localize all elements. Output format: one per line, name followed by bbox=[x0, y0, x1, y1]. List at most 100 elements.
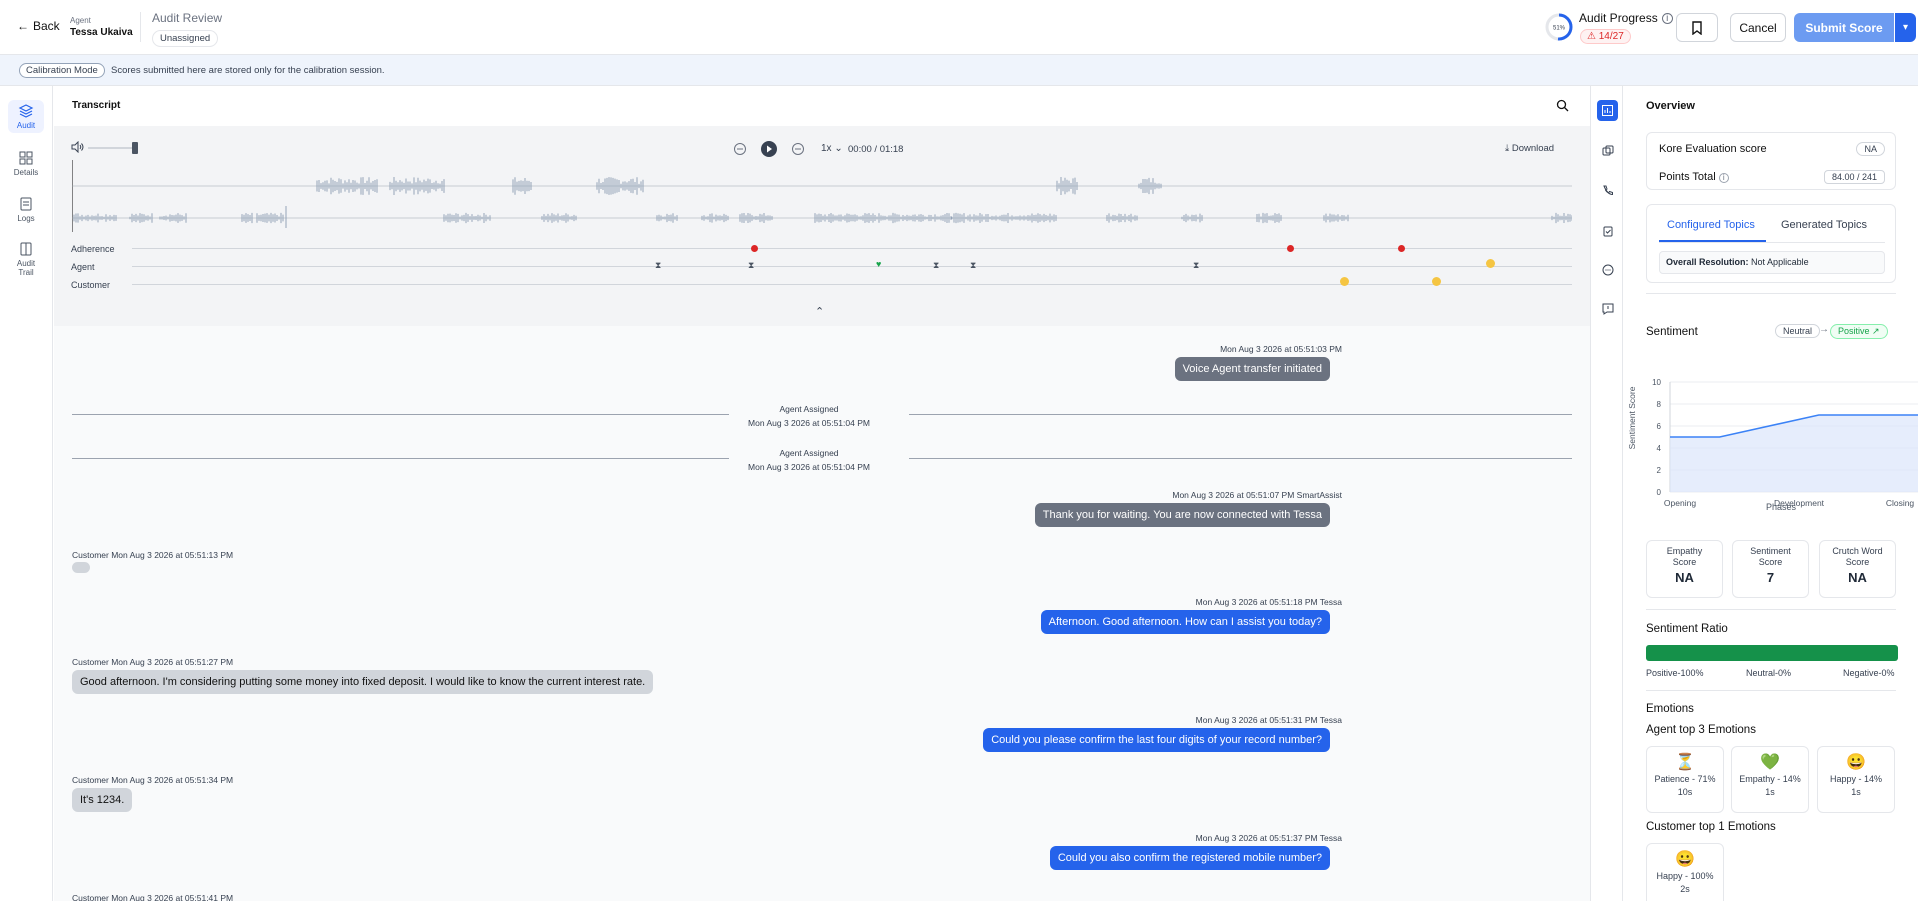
green-heart-icon[interactable]: ♥ bbox=[876, 259, 881, 269]
message-meta: Customer Mon Aug 3 2026 at 05:51:34 PM bbox=[72, 775, 234, 785]
track-line-adherence bbox=[132, 248, 1572, 249]
search-icon[interactable] bbox=[1556, 99, 1569, 112]
resolution-row: Overall Resolution: Not Applicable bbox=[1659, 251, 1885, 274]
divider bbox=[72, 414, 729, 415]
smile-icon[interactable] bbox=[1432, 277, 1441, 286]
rewind-icon[interactable] bbox=[733, 142, 747, 156]
nav-details[interactable]: Details bbox=[8, 150, 44, 177]
submit-options-button[interactable]: ▾ bbox=[1895, 13, 1916, 42]
calibration-banner: Calibration Mode Scores submitted here a… bbox=[0, 55, 1918, 86]
agent-name: Tessa Ukaiva bbox=[70, 27, 133, 38]
divider bbox=[140, 12, 141, 42]
hourglass-icon[interactable]: ⧗ bbox=[655, 260, 661, 271]
book-icon bbox=[20, 242, 32, 256]
agent-message: Could you also confirm the registered mo… bbox=[1049, 846, 1330, 870]
speed-select[interactable]: 1x ⌄ bbox=[821, 143, 843, 154]
hourglass-icon[interactable]: ⧗ bbox=[933, 260, 939, 271]
hourglass-icon[interactable]: ⧗ bbox=[970, 260, 976, 271]
bookmark-button[interactable] bbox=[1676, 13, 1718, 42]
copy-icon[interactable] bbox=[1597, 140, 1618, 161]
transcript-chat: Mon Aug 3 2026 at 05:51:03 PM Voice Agen… bbox=[54, 326, 1590, 901]
fast-forward-icon[interactable] bbox=[791, 142, 805, 156]
crutch-word-score-value: NA bbox=[1848, 570, 1867, 585]
customer-emotions-title: Customer top 1 Emotions bbox=[1646, 821, 1776, 833]
adherence-marker[interactable] bbox=[1398, 245, 1405, 252]
volume-icon[interactable] bbox=[71, 141, 84, 153]
tab-generated-topics[interactable]: Generated Topics bbox=[1781, 219, 1867, 231]
section-divider bbox=[1646, 609, 1896, 610]
tab-configured-topics[interactable]: Configured Topics bbox=[1667, 219, 1755, 231]
divider bbox=[909, 458, 1572, 459]
overview-chart-icon[interactable] bbox=[1597, 100, 1618, 121]
section-divider bbox=[1646, 690, 1896, 691]
collapse-chevron-icon[interactable]: ⌃ bbox=[815, 305, 824, 318]
sentiment-area bbox=[1670, 415, 1918, 492]
sentiment-score-card: Sentiment Score 7 bbox=[1732, 540, 1809, 598]
adherence-marker[interactable] bbox=[751, 245, 758, 252]
nav-logs[interactable]: Logs bbox=[8, 196, 44, 223]
info-icon[interactable]: i bbox=[1718, 172, 1729, 183]
arrow-left-icon: ← bbox=[17, 19, 29, 33]
volume-handle[interactable] bbox=[132, 142, 138, 154]
customer-message: It's 1234. bbox=[72, 788, 133, 812]
download-icon: ⤓ bbox=[1505, 143, 1510, 154]
clipboard-check-icon[interactable] bbox=[1597, 220, 1618, 241]
agent-message: Afternoon. Good afternoon. How can I ass… bbox=[1040, 610, 1330, 634]
message-meta: Mon Aug 3 2026 at 05:51:31 PM Tessa bbox=[1195, 715, 1342, 725]
message-meta: Mon Aug 3 2026 at 05:51:37 PM Tessa bbox=[1195, 833, 1342, 843]
track-label-customer: Customer bbox=[71, 280, 111, 290]
info-icon[interactable]: i bbox=[1661, 12, 1673, 24]
track-line-agent bbox=[132, 266, 1572, 267]
y-tick-label: 8 bbox=[1657, 400, 1662, 409]
back-button[interactable]: ← Back bbox=[17, 19, 60, 33]
message-meta: Customer Mon Aug 3 2026 at 05:51:41 PM bbox=[72, 893, 234, 901]
cancel-button[interactable]: Cancel bbox=[1730, 13, 1786, 42]
download-button[interactable]: ⤓ Download bbox=[1505, 143, 1554, 154]
tabs-baseline bbox=[1659, 242, 1885, 243]
hourglass-icon: ⏳ bbox=[1675, 754, 1695, 771]
hourglass-icon[interactable]: ⧗ bbox=[748, 260, 754, 271]
agent-info: Agent Tessa Ukaiva bbox=[70, 16, 133, 38]
nav-audit[interactable]: Audit bbox=[8, 100, 44, 133]
playback-time: 00:00 / 01:18 bbox=[848, 144, 904, 155]
points-total-value: 84.00 / 241 bbox=[1823, 170, 1885, 184]
message-meta: Mon Aug 3 2026 at 05:51:03 PM bbox=[1220, 344, 1342, 354]
smile-icon: 😀 bbox=[1846, 754, 1866, 771]
sentiment-chart: 0246810 Opening Development Closing Sentim… bbox=[1627, 378, 1918, 511]
message-meta: Customer Mon Aug 3 2026 at 05:51:27 PM bbox=[72, 657, 234, 667]
calibration-mode-badge: Calibration Mode bbox=[19, 63, 105, 78]
feedback-icon[interactable] bbox=[1597, 298, 1618, 319]
grid-icon bbox=[19, 151, 33, 165]
emotion-card-customer-happy: 😀 Happy - 100% 2s bbox=[1646, 843, 1724, 901]
hourglass-icon[interactable]: ⧗ bbox=[1193, 260, 1199, 271]
track-label-adherence: Adherence bbox=[71, 244, 115, 254]
play-button[interactable] bbox=[760, 140, 778, 158]
divider bbox=[909, 414, 1572, 415]
kore-score-label: Kore Evaluation score bbox=[1659, 143, 1767, 155]
transcript-title: Transcript bbox=[72, 100, 121, 111]
smile-icon[interactable] bbox=[1486, 259, 1495, 268]
x-tick-label: Opening bbox=[1664, 498, 1696, 508]
smile-icon[interactable] bbox=[1340, 277, 1349, 286]
arrow-right-icon: → bbox=[1819, 324, 1829, 335]
customer-message: Good afternoon. I'm considering putting … bbox=[72, 670, 654, 694]
phone-icon[interactable] bbox=[1597, 180, 1618, 201]
chat-bubble-icon[interactable] bbox=[1597, 259, 1618, 280]
event-time: Mon Aug 3 2026 at 05:51:04 PM bbox=[748, 462, 870, 472]
topics-card: Configured Topics Generated Topics Overa… bbox=[1646, 204, 1896, 283]
agent-message: Could you please confirm the last four d… bbox=[983, 728, 1330, 752]
nav-audit-trail[interactable]: Audit Trail bbox=[8, 241, 44, 277]
event-title: Agent Assigned bbox=[779, 448, 839, 458]
emotion-card-patience: ⏳ Patience - 71% 10s bbox=[1646, 746, 1724, 813]
progress-ring: 51% bbox=[1545, 13, 1573, 41]
volume-slider[interactable] bbox=[88, 147, 138, 149]
assignment-badge[interactable]: Unassigned bbox=[152, 30, 219, 47]
adherence-marker[interactable] bbox=[1287, 245, 1294, 252]
score-card: Kore Evaluation score NA Points Total i … bbox=[1646, 132, 1896, 190]
smile-icon: 😀 bbox=[1675, 851, 1695, 868]
agent-emotions-title: Agent top 3 Emotions bbox=[1646, 724, 1756, 736]
waveform[interactable] bbox=[72, 160, 1572, 232]
audit-progress-title: Audit Progress i bbox=[1579, 11, 1673, 25]
submit-score-button[interactable]: Submit Score bbox=[1794, 13, 1894, 42]
divider bbox=[72, 458, 729, 459]
